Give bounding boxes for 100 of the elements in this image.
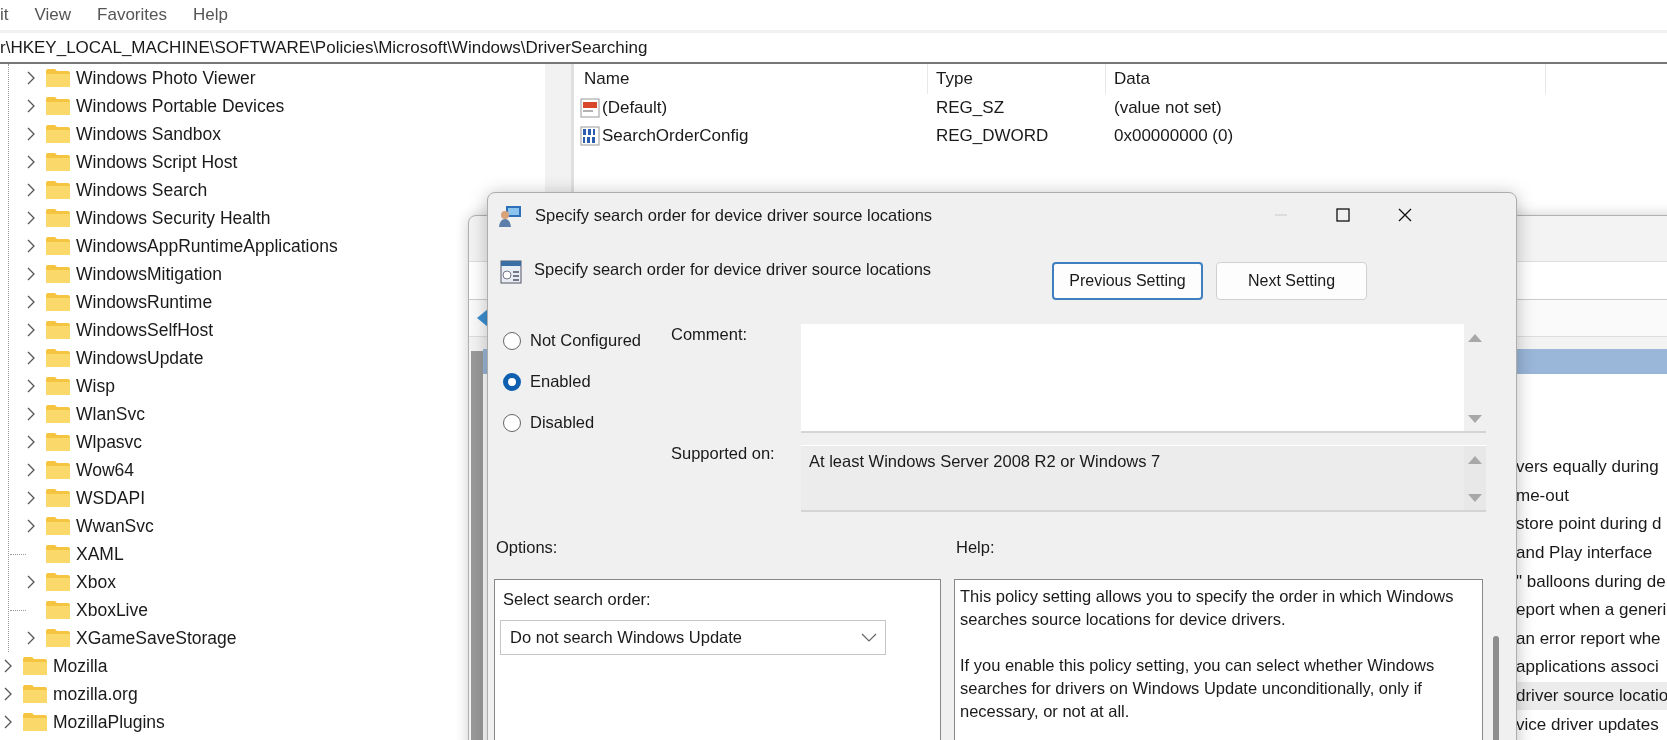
radio-button[interactable] xyxy=(503,413,521,432)
policy-setting-icon xyxy=(500,260,522,284)
chevron-icon[interactable] xyxy=(27,435,35,449)
tree-item[interactable]: WindowsSelfHost xyxy=(76,319,214,341)
chevron-icon[interactable] xyxy=(27,379,35,393)
policy-setting[interactable]: vice driver updates xyxy=(1514,710,1667,739)
policy-setting[interactable]: store point during d xyxy=(1514,510,1667,539)
folder-icon xyxy=(46,601,70,619)
chevron-icon[interactable] xyxy=(27,351,35,365)
menu-item[interactable]: View xyxy=(34,5,72,25)
scrollbar[interactable] xyxy=(471,351,483,740)
previous-setting-button[interactable]: Previous Setting xyxy=(1052,262,1203,300)
next-setting-button[interactable]: Next Setting xyxy=(1216,262,1367,300)
tree-item[interactable]: WindowsAppRuntimeApplications xyxy=(76,235,338,257)
tree-item[interactable]: Windows Script Host xyxy=(76,151,238,173)
tree-item[interactable]: Wlpasvc xyxy=(76,431,143,453)
search-order-dropdown[interactable]: Do not search Windows Update xyxy=(500,620,886,655)
folder-icon xyxy=(23,657,47,675)
radio-button[interactable] xyxy=(503,372,521,391)
chevron-icon[interactable] xyxy=(27,71,35,85)
chevron-icon[interactable] xyxy=(27,183,35,197)
chevron-icon[interactable] xyxy=(27,155,35,169)
chevron-icon[interactable] xyxy=(27,575,35,589)
chevron-icon[interactable] xyxy=(4,659,12,673)
column-header[interactable]: Data xyxy=(1106,64,1546,94)
chevron-icon[interactable] xyxy=(27,295,35,309)
chevron-icon[interactable] xyxy=(27,239,35,253)
tree-item[interactable]: XAML xyxy=(76,543,124,565)
folder-icon xyxy=(46,545,70,563)
chevron-icon[interactable] xyxy=(4,687,12,701)
comment-label: Comment: xyxy=(671,324,749,345)
radio-label[interactable]: Enabled xyxy=(530,372,591,391)
help-text: This policy setting allows you to specify the order in which Windows searches source locations for device drivers. xyxy=(960,586,1455,630)
tree-item[interactable]: XGameSaveStorage xyxy=(76,627,237,649)
chevron-icon[interactable] xyxy=(27,267,35,281)
address-bar[interactable]: r\HKEY_LOCAL_MACHINE\SOFTWARE\Policies\Microsoft\Windows\DriverSearching xyxy=(0,33,1667,64)
policy-setting[interactable]: eport when a generi xyxy=(1514,595,1667,625)
folder-icon xyxy=(23,713,47,731)
tree-item[interactable]: Windows Portable Devices xyxy=(76,95,285,117)
policy-setting[interactable]: vers equally during xyxy=(1514,453,1667,482)
tree-item[interactable]: WwanSvc xyxy=(76,515,154,537)
tree-item[interactable]: WindowsRuntime xyxy=(76,291,213,313)
tree-item[interactable]: Xbox xyxy=(76,571,116,593)
radio-label[interactable]: Disabled xyxy=(530,413,595,432)
folder-icon xyxy=(46,69,70,87)
help-text: If you enable this policy setting, you can select whether Windows searches for drivers on Windows Update unconditionally, only if necessary, or not at all. xyxy=(960,655,1436,722)
maximize-icon xyxy=(1336,208,1350,222)
tree-item[interactable]: WindowsUpdate xyxy=(76,347,204,369)
folder-icon xyxy=(46,181,70,199)
menu-item[interactable]: it xyxy=(0,5,9,25)
column-header[interactable]: Name xyxy=(580,64,928,94)
chevron-icon[interactable] xyxy=(27,519,35,533)
tree-item[interactable]: Wow64 xyxy=(76,459,135,481)
policy-setting[interactable]: driver source locatio xyxy=(1514,681,1667,711)
chevron-icon[interactable] xyxy=(27,463,35,477)
chevron-icon[interactable] xyxy=(27,323,35,337)
folder-icon xyxy=(46,461,70,479)
close-icon xyxy=(1398,208,1412,222)
tree-item[interactable]: Windows Photo Viewer xyxy=(76,67,256,89)
tree-item[interactable]: Windows Sandbox xyxy=(76,123,221,145)
column-header[interactable]: Type xyxy=(928,64,1106,94)
folder-icon xyxy=(46,209,70,227)
chevron-icon[interactable] xyxy=(27,211,35,225)
tree-item[interactable]: Windows Security Health xyxy=(76,207,271,229)
folder-icon xyxy=(46,125,70,143)
chevron-icon[interactable] xyxy=(27,631,35,645)
table-cell-text: 0x00000000 (0) xyxy=(1113,126,1235,146)
tree-item[interactable]: MozillaPlugins xyxy=(53,711,165,733)
tree-item[interactable]: WlanSvc xyxy=(76,403,146,425)
radio-label[interactable]: Not Configured xyxy=(530,331,641,350)
comment-field[interactable] xyxy=(801,324,1464,431)
policy-setting[interactable]: " balloons during de xyxy=(1514,567,1667,596)
chevron-down-icon xyxy=(861,633,877,642)
folder-icon xyxy=(46,237,70,255)
folder-icon xyxy=(46,433,70,451)
menu-item[interactable]: Favorites xyxy=(97,5,167,25)
value-name[interactable]: SearchOrderConfig xyxy=(602,126,749,146)
option-label: Select search order: xyxy=(503,590,652,609)
policy-setting[interactable]: me-out xyxy=(1514,481,1667,511)
menu-item[interactable]: Help xyxy=(192,5,228,25)
chevron-icon[interactable] xyxy=(4,715,12,729)
chevron-icon[interactable] xyxy=(27,407,35,421)
chevron-icon[interactable] xyxy=(27,127,35,141)
chevron-icon[interactable] xyxy=(27,491,35,505)
tree-item[interactable]: WindowsMitigation xyxy=(76,263,222,285)
tree-item[interactable]: WSDAPI xyxy=(76,487,146,509)
folder-icon xyxy=(46,489,70,507)
policy-setting[interactable]: and Play interface xyxy=(1514,538,1667,568)
help-label: Help: xyxy=(956,537,995,557)
tree-item[interactable]: Windows Search xyxy=(76,179,208,201)
tree-item[interactable]: XboxLive xyxy=(76,599,148,621)
policy-setting[interactable]: an error report whe xyxy=(1514,624,1667,654)
tree-item[interactable]: Wisp xyxy=(76,375,115,397)
folder-icon xyxy=(46,405,70,423)
policy-setting[interactable]: applications associ xyxy=(1514,653,1667,682)
value-name[interactable]: (Default) xyxy=(602,98,668,118)
tree-item[interactable]: mozilla.org xyxy=(53,683,138,705)
chevron-icon[interactable] xyxy=(27,99,35,113)
tree-item[interactable]: Mozilla xyxy=(53,655,108,677)
radio-button[interactable] xyxy=(503,331,521,350)
